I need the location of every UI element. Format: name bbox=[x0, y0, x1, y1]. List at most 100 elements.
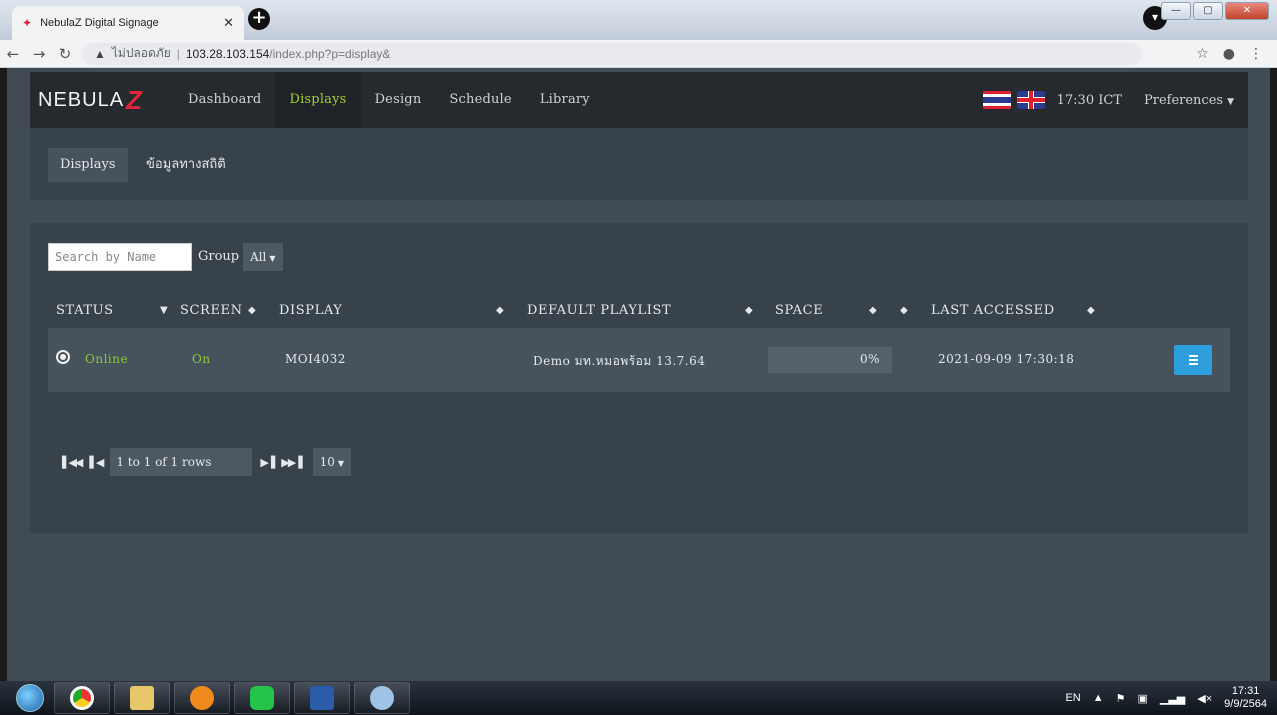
folder-icon bbox=[130, 686, 154, 710]
language-indicator[interactable]: EN bbox=[1065, 692, 1080, 704]
table-row[interactable]: Online On MOI4032 Demo มท.หมอพร้อม 13.7.… bbox=[48, 328, 1230, 392]
group-select[interactable]: All ▼ bbox=[243, 243, 283, 271]
preferences-menu[interactable]: Preferences ▼ bbox=[1144, 93, 1234, 108]
header-default-playlist[interactable]: DEFAULT PLAYLIST bbox=[527, 303, 671, 318]
power-icon[interactable]: ▣ bbox=[1137, 692, 1147, 705]
new-tab-icon[interactable]: + bbox=[248, 8, 270, 30]
system-tray: EN ▲ ⚑ ▣ ▁▃▅ ◀× 17:31 9/9/2564 bbox=[1065, 685, 1277, 711]
thai-flag-icon[interactable] bbox=[982, 91, 1011, 109]
sort-icon[interactable]: ◆ bbox=[496, 305, 504, 316]
nebulaz-favicon-icon: ✦ bbox=[22, 16, 33, 30]
insecure-label: ไม่ปลอดภัย bbox=[111, 46, 171, 60]
sort-icon[interactable]: ◆ bbox=[1087, 305, 1095, 316]
browser-titlebar: ✦ NebulaZ Digital Signage ✕ + ▾ — ▢ ✕ bbox=[0, 0, 1277, 40]
row-last-accessed: 2021-09-09 17:30:18 bbox=[938, 352, 1075, 366]
extension-icon[interactable]: ● bbox=[1223, 46, 1235, 62]
start-button[interactable] bbox=[10, 681, 50, 715]
close-window-button[interactable]: ✕ bbox=[1225, 2, 1269, 20]
sort-desc-icon[interactable]: ▼ bbox=[160, 305, 168, 316]
tray-expand-icon[interactable]: ▲ bbox=[1093, 692, 1104, 704]
network-signal-icon[interactable]: ▁▃▅ bbox=[1160, 692, 1185, 705]
group-label: Group bbox=[198, 249, 240, 264]
taskbar-explorer[interactable] bbox=[114, 682, 170, 714]
header-last-accessed[interactable]: LAST ACCESSED bbox=[931, 303, 1055, 318]
windows-taskbar: EN ▲ ⚑ ▣ ▁▃▅ ◀× 17:31 9/9/2564 bbox=[0, 681, 1277, 715]
subnav-statistics[interactable]: ข้อมูลทางสถิติ bbox=[134, 148, 238, 182]
taskbar-app-orange[interactable] bbox=[174, 682, 230, 714]
app-orange-icon bbox=[190, 686, 214, 710]
search-input[interactable] bbox=[48, 243, 192, 271]
subnav-displays[interactable]: Displays bbox=[48, 148, 128, 182]
page-content: NEBULA Z Dashboard Displays Design Sched… bbox=[7, 68, 1270, 681]
logo-text: NEBULA bbox=[38, 88, 125, 111]
pagination-info: 1 to 1 of 1 rows bbox=[110, 448, 253, 476]
row-status: Online bbox=[85, 352, 129, 366]
sort-icon[interactable]: ◆ bbox=[248, 305, 256, 316]
header-screen[interactable]: SCREEN bbox=[180, 303, 243, 318]
first-page-icon[interactable]: ▌◀◀ bbox=[62, 456, 83, 469]
header-status[interactable]: STATUS bbox=[56, 303, 114, 318]
taskbar-line[interactable] bbox=[234, 682, 290, 714]
chevron-down-icon: ▼ bbox=[1227, 96, 1234, 107]
sort-icon[interactable]: ◆ bbox=[869, 305, 877, 316]
header-space[interactable]: SPACE bbox=[775, 303, 823, 318]
bookmark-star-icon[interactable]: ☆ bbox=[1196, 46, 1209, 62]
url-host: 103.28.103.154 bbox=[185, 46, 270, 61]
next-page-icon[interactable]: ▶▐ bbox=[260, 456, 275, 469]
nav-schedule[interactable]: Schedule bbox=[435, 72, 525, 128]
nav-dashboard[interactable]: Dashboard bbox=[174, 72, 275, 128]
forward-icon[interactable]: → bbox=[26, 45, 52, 63]
taskbar-chrome[interactable] bbox=[54, 682, 110, 714]
nav-displays[interactable]: Displays bbox=[275, 72, 361, 128]
url-field[interactable]: ▲ ไม่ปลอดภัย | 103.28.103.154 /index.php… bbox=[82, 42, 1142, 65]
taskbar-paint[interactable] bbox=[354, 682, 410, 714]
nav-library[interactable]: Library bbox=[526, 72, 604, 128]
window-controls: — ▢ ✕ bbox=[1161, 2, 1269, 20]
pagination: ▌◀◀ ▌◀ 1 to 1 of 1 rows ▶▐ ▶▶▐ 10 ▼ bbox=[62, 448, 352, 476]
browser-tab[interactable]: ✦ NebulaZ Digital Signage ✕ bbox=[12, 6, 244, 40]
preferences-label: Preferences bbox=[1143, 92, 1224, 108]
nav-design[interactable]: Design bbox=[361, 72, 436, 128]
nebulaz-logo[interactable]: NEBULA Z bbox=[38, 85, 174, 116]
maximize-button[interactable]: ▢ bbox=[1193, 2, 1223, 20]
uk-flag-icon[interactable] bbox=[1016, 91, 1045, 109]
taskbar-word[interactable] bbox=[294, 682, 350, 714]
row-menu-button[interactable] bbox=[1174, 345, 1212, 375]
sort-icon[interactable]: ◆ bbox=[900, 305, 908, 316]
sort-icon[interactable]: ◆ bbox=[745, 305, 753, 316]
header-display[interactable]: DISPLAY bbox=[279, 303, 343, 318]
page-size-select[interactable]: 10 ▼ bbox=[312, 448, 352, 476]
word-icon bbox=[310, 686, 334, 710]
line-icon bbox=[250, 686, 274, 710]
status-online-icon bbox=[56, 350, 70, 364]
row-space: 0% bbox=[860, 352, 881, 366]
top-navbar: NEBULA Z Dashboard Displays Design Sched… bbox=[30, 72, 1248, 128]
menu-kebab-icon[interactable]: ⋮ bbox=[1249, 46, 1263, 62]
last-page-icon[interactable]: ▶▶▐ bbox=[281, 456, 302, 469]
displays-panel: Group All▼ STATUS ▼ SCREEN ◆ DISPLAY ◆ D… bbox=[30, 223, 1248, 533]
action-center-flag-icon[interactable]: ⚑ bbox=[1116, 692, 1126, 705]
row-display: MOI4032 bbox=[285, 352, 346, 366]
taskbar-date: 9/9/2564 bbox=[1224, 698, 1267, 710]
tab-close-icon[interactable]: ✕ bbox=[223, 16, 234, 31]
volume-muted-icon[interactable]: ◀× bbox=[1197, 692, 1212, 705]
url-separator: | bbox=[176, 46, 180, 61]
taskbar-time: 17:31 bbox=[1231, 685, 1260, 697]
page-size-value: 10 bbox=[319, 455, 335, 469]
sub-navbar: Displays ข้อมูลทางสถิติ bbox=[30, 128, 1248, 200]
row-default-playlist: Demo มท.หมอพร้อม 13.7.64 bbox=[533, 354, 706, 368]
paint-icon bbox=[370, 686, 394, 710]
warning-icon: ▲ bbox=[94, 46, 106, 61]
chevron-down-icon: ▼ bbox=[269, 254, 276, 263]
tab-title: NebulaZ Digital Signage bbox=[40, 17, 159, 29]
server-time: 17:30 ICT bbox=[1056, 92, 1122, 108]
back-icon[interactable]: ← bbox=[0, 45, 26, 63]
chevron-down-icon: ▼ bbox=[337, 459, 345, 468]
reload-icon[interactable]: ↻ bbox=[52, 45, 78, 63]
minimize-button[interactable]: — bbox=[1161, 2, 1191, 20]
taskbar-clock[interactable]: 17:31 9/9/2564 bbox=[1224, 685, 1267, 711]
group-value: All bbox=[250, 250, 267, 264]
address-bar: ← → ↻ ▲ ไม่ปลอดภัย | 103.28.103.154 /ind… bbox=[0, 40, 1277, 68]
prev-page-icon[interactable]: ▌◀ bbox=[89, 456, 104, 469]
row-screen: On bbox=[192, 352, 211, 366]
